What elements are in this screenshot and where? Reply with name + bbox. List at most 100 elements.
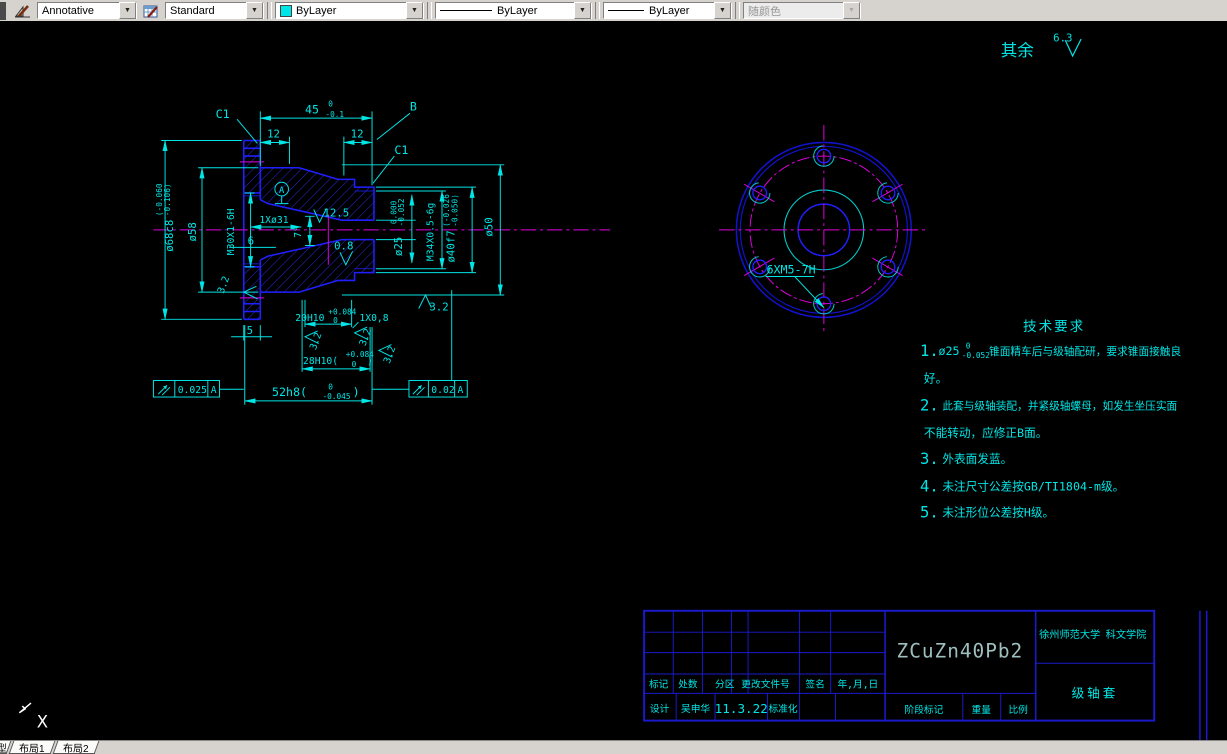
dim-slot20-tol-bot: 0 (333, 316, 338, 325)
dim-dia50: ø50 (483, 217, 496, 236)
dim-length52-tol-top: 0 (328, 382, 333, 391)
dim-thread-m30: M30X1-6H (226, 208, 237, 255)
dim-12-left: 12 (267, 128, 280, 141)
section-view: 45 0 -0.1 12 12 ø68c8 (-0.060 -0.106) ø5… (152, 99, 611, 405)
dim-chamfer08: 1X0,8 (359, 313, 388, 324)
datum-a-letter: A (279, 186, 285, 196)
tech-req-item1-text: 锥面精车后与级轴配研，要求锥面接触良 (989, 345, 1181, 358)
toolbar-separator (595, 2, 600, 19)
dim-slot28-tol-bot: 0 (352, 360, 357, 369)
color-control-combo[interactable]: ByLayer ▼ (275, 2, 424, 19)
dim-dia68: ø68c8 (163, 220, 176, 252)
runout-icon (157, 385, 171, 396)
chevron-down-icon[interactable]: ▼ (406, 2, 423, 19)
linetype-control-combo[interactable]: ByLayer ▼ (435, 2, 592, 19)
ra-12-5: 12.5 (323, 206, 349, 219)
chevron-down-icon[interactable]: ▼ (246, 2, 263, 19)
tech-req-item3-num: 3. (920, 450, 939, 468)
tb-label-mark: 标记 (649, 679, 669, 691)
dim-dia40-tol-bot: -0.050) (451, 194, 460, 227)
tech-req-item1-dim: ø25 (939, 344, 960, 358)
lineweight-control-combo[interactable]: ByLayer ▼ (603, 2, 732, 19)
dim-dia25-tol-bot: -0.052 (397, 198, 406, 226)
gdt-frame-left: 0.025 A (152, 380, 244, 398)
color-value: ByLayer (296, 4, 337, 17)
ra-0-8: 0.8 (334, 239, 353, 252)
tech-req-item4-text: 未注尺寸公差按GB/TI1804-m级。 (942, 479, 1124, 493)
tech-req-item5-num: 5. (920, 504, 939, 522)
dim-dia40: ø40f7 (445, 230, 458, 262)
tb-label-stage: 阶段标记 (905, 703, 944, 716)
dim-angle7: 7° (293, 226, 304, 238)
tb-school: 徐州师范大学 (1039, 628, 1100, 641)
chevron-down-icon[interactable]: ▼ (119, 2, 136, 19)
technical-requirements: 技术要求 1. ø25 0 -0.052 锥面精车后与级轴配研，要求锥面接触良 … (920, 319, 1181, 522)
tech-req-item1-num: 1. (920, 342, 939, 360)
tb-label-design: 设计 (650, 702, 670, 715)
plotstyle-value: 随颜色 (748, 5, 781, 18)
tb-label-date: 年,月,日 (837, 678, 878, 691)
tech-req-item5-text: 未注形位公差按H级。 (942, 506, 1054, 520)
tab-layout2[interactable]: 布局2 (52, 741, 99, 754)
lineweight-sample (608, 10, 644, 11)
label-face-b: B (410, 99, 417, 113)
tb-label-standardize: 标准化 (768, 702, 797, 715)
annotation-scale-value: Annotative (42, 4, 94, 17)
autocad-window: Annotative ▼ Standard ▼ ByLayer ▼ ByLaye… (0, 0, 1227, 754)
dim-dia58: ø58 (186, 222, 199, 241)
drawing-area[interactable]: 45 0 -0.1 12 12 ø68c8 (-0.060 -0.106) ø5… (0, 21, 1227, 741)
title-block: 标记 处数 分区 更改文件号 签名 年,月,日 设计 吴申华 11.3.22 标… (643, 609, 1208, 741)
general-roughness-prefix: 其余 (1001, 41, 1034, 60)
dim-chamfer31: 1Xø31 (259, 215, 288, 226)
dim-width5: 5 (247, 324, 253, 337)
general-roughness-note: 其余 6.3 (1001, 31, 1082, 60)
tech-req-item2-num: 2. (920, 397, 939, 415)
tech-req-title: 技术要求 (1023, 319, 1085, 335)
dim-dia25: ø25 (392, 237, 405, 256)
dim-thread-m34: M34X0.5-6g (425, 203, 436, 261)
tech-req-item4-num: 4. (920, 477, 939, 495)
gdt-frame-right: 0.02 A (372, 380, 468, 398)
toolbar-separator (735, 2, 740, 19)
chevron-down-icon: ▼ (843, 2, 860, 19)
linetype-value: ByLayer (497, 4, 538, 17)
center-cross (718, 124, 929, 335)
text-style-combo[interactable]: Standard ▼ (165, 2, 264, 19)
text-style-value: Standard (170, 4, 215, 17)
tb-label-change-doc: 更改文件号 (741, 678, 790, 691)
dim-length52-tol-bot: -0.045 (322, 392, 350, 401)
lineweight-value: ByLayer (649, 4, 690, 17)
layout-tab-bar: 模型 布局1 布局2 (0, 740, 1227, 754)
label-chamfer-c1-top: C1 (216, 107, 230, 121)
dim-slot28-close: ) (367, 356, 373, 367)
docked-toolbar-edge (0, 1, 6, 20)
dim-12-right: 12 (351, 128, 364, 141)
chevron-down-icon[interactable]: ▼ (714, 2, 731, 19)
toolbar-separator (427, 2, 432, 19)
tb-label-sign: 签名 (805, 678, 824, 691)
dim-length52-close: ) (353, 385, 360, 399)
general-roughness-value: 6.3 (1053, 31, 1072, 44)
dim-length45-tol-bot: -0.1 (325, 110, 344, 119)
dim-slot28: 28H10( (303, 356, 338, 367)
tb-designer: 吴申华 (681, 702, 710, 715)
tech-req-item1b: 好。 (924, 371, 947, 385)
dim-depth6: 6 (248, 234, 254, 247)
gdt-right-value: 0.02 (431, 385, 455, 396)
color-swatch-cyan (280, 4, 292, 17)
tb-college: 科文学院 (1106, 628, 1147, 641)
tb-date: 11.3.22 (715, 701, 768, 716)
tab-layout1[interactable]: 布局1 (8, 741, 55, 754)
dim-dia68-tol-bot: -0.106) (163, 183, 172, 216)
tech-req-item3-text: 外表面发蓝。 (942, 452, 1012, 466)
dim-slot20: 20H10 (295, 313, 324, 324)
tb-label-count: 处数 (678, 678, 698, 691)
chevron-down-icon[interactable]: ▼ (574, 2, 591, 19)
thread-note: 6XM5-7H (767, 263, 816, 277)
runout-icon (412, 385, 425, 396)
dim-slot20-tol-top: +0.084 (328, 307, 356, 316)
annotation-scale-icon[interactable] (11, 2, 35, 20)
standard-style-icon[interactable] (139, 2, 163, 20)
ucs-icon: X (18, 702, 48, 731)
annotation-scale-combo[interactable]: Annotative ▼ (37, 2, 137, 19)
